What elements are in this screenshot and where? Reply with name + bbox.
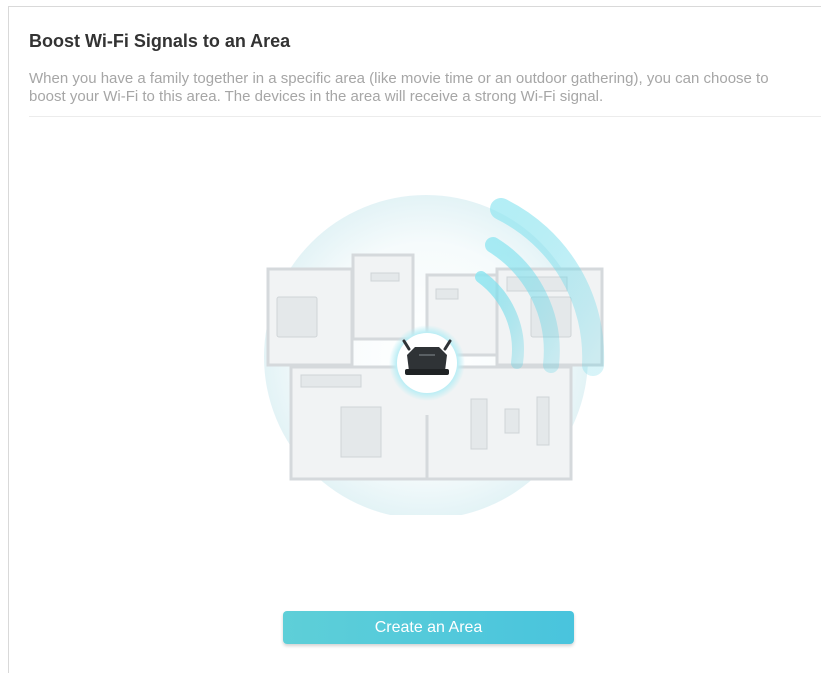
header-divider xyxy=(29,116,821,117)
page-description: When you have a family together in a spe… xyxy=(29,70,769,105)
boost-area-panel: Boost Wi-Fi Signals to an Area When you … xyxy=(8,6,821,673)
page-title: Boost Wi-Fi Signals to an Area xyxy=(29,31,291,51)
create-area-button[interactable]: Create an Area xyxy=(283,611,574,644)
room-top-middle xyxy=(351,253,415,341)
floor-plan-illustration xyxy=(264,195,605,515)
